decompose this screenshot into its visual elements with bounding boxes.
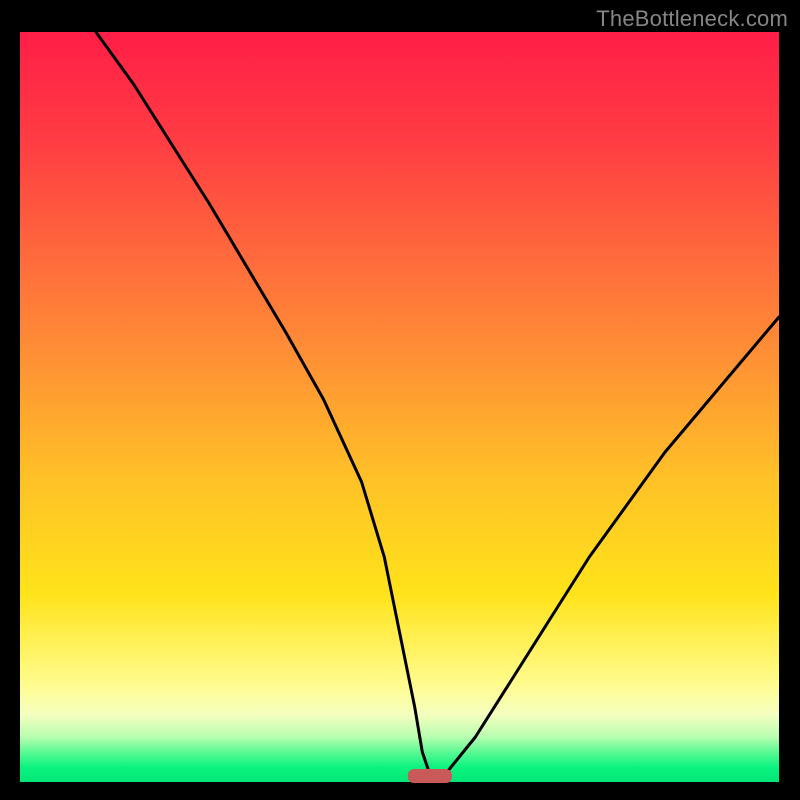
plot-area (20, 32, 779, 782)
watermark-text: TheBottleneck.com (596, 6, 788, 32)
minimum-marker (408, 769, 452, 783)
bottleneck-curve (20, 32, 779, 782)
curve-path (96, 32, 779, 775)
chart-frame: TheBottleneck.com (0, 0, 800, 800)
